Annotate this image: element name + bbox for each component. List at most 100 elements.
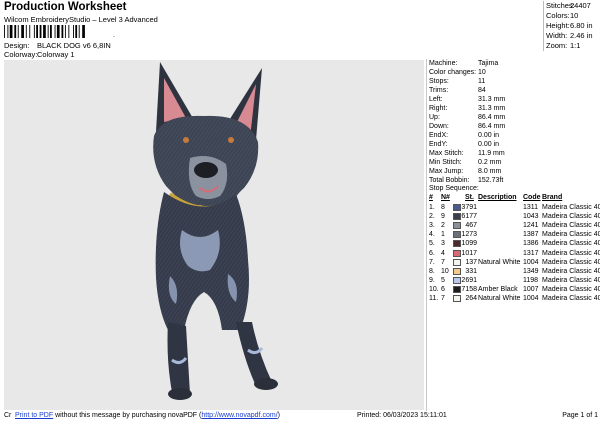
production-info-panel: Machine: Tajima Color changes: 10 Stops: 11…	[426, 59, 600, 411]
stop-sequence-row: 5. 3 1099 1386 Madeira Classic 40	[427, 239, 600, 248]
row-stitches: 2691	[461, 276, 477, 284]
row-needle: 10	[441, 267, 449, 275]
row-code: 1198	[523, 276, 539, 284]
thread-color-swatch	[453, 222, 461, 230]
row-description: Natural White	[478, 295, 521, 302]
colorway-value: Colorway 1	[37, 50, 75, 59]
stop-sequence-row: 8. 10 331 1349 Madeira Classic 40	[427, 267, 600, 276]
summary-box: Stitches:24407 Colors:10 Height:6.80 in …	[543, 1, 600, 51]
row-needle: 1	[441, 231, 445, 239]
thread-color-swatch	[453, 276, 461, 284]
stop-sequence-row: 7. 7 137 Natural White 1004 Madeira Classic 4…	[427, 258, 600, 267]
worksheet-title: Production Worksheet	[4, 1, 127, 13]
summary-width: Width: 2.46 in	[546, 31, 593, 40]
row-number: 2.	[429, 213, 435, 221]
row-number: 8.	[429, 267, 435, 275]
row-needle: 7	[441, 258, 445, 266]
row-code: 1004	[523, 295, 539, 302]
barcode: .	[4, 25, 115, 38]
stop-sequence-row: 10. 6 7158 Amber Black 1007 Madeira Classic 4…	[427, 285, 600, 294]
row-number: 7.	[429, 258, 435, 266]
design-name-row: Design: BLACK DOG v6 6,8IN	[4, 41, 111, 50]
design-value: BLACK DOG v6 6,8IN	[37, 41, 111, 50]
summary-zoom: Zoom: 1:1	[546, 41, 581, 50]
thread-color-swatch	[453, 213, 461, 221]
row-brand: Madeira Classic 40	[542, 295, 600, 302]
row-needle: 3	[441, 240, 445, 248]
row-code: 1043	[523, 213, 539, 221]
summary-stitches: Stitches:24407	[546, 1, 591, 10]
page-number: Page 1 of 1	[562, 412, 598, 419]
row-needle: 9	[441, 213, 445, 221]
row-code: 1386	[523, 240, 539, 248]
row-needle: 2	[441, 222, 445, 230]
barcode-suffix: .	[113, 32, 115, 38]
row-code: 1004	[523, 258, 539, 266]
row-stitches: 467	[465, 222, 477, 230]
software-subtitle: Wilcom EmbroideryStudio – Level 3 Advanc…	[4, 15, 158, 24]
col-header-description: Description	[478, 194, 517, 201]
row-needle: 4	[441, 249, 445, 257]
row-brand: Madeira Classic 40	[542, 249, 600, 257]
colorway-label: Colorway:	[4, 50, 38, 59]
printed-timestamp: Printed: 06/03/2023 15:11:01	[357, 412, 447, 419]
thread-color-swatch	[453, 295, 461, 302]
thread-color-swatch	[453, 267, 461, 275]
row-stitches: 1099	[461, 240, 477, 248]
col-header-stitches: St.	[465, 194, 474, 201]
notice-middle: without this message by purchasing novaP…	[53, 412, 202, 419]
row-brand: Madeira Classic 40	[542, 204, 600, 211]
dog-embroidery-image	[153, 62, 278, 400]
col-header-needle: N#	[441, 194, 450, 201]
stop-sequence-title: Stop Sequence:	[429, 185, 479, 192]
row-code: 1007	[523, 285, 539, 293]
thread-color-swatch	[453, 240, 461, 248]
thread-color-swatch	[453, 258, 461, 266]
row-code: 1387	[523, 231, 539, 239]
row-number: 11.	[429, 295, 439, 302]
row-stitches: 137	[465, 258, 477, 266]
summary-colors: Colors:10	[546, 11, 579, 20]
row-brand: Madeira Classic 40	[542, 258, 600, 266]
print-to-pdf-link[interactable]: Print to PDF	[15, 412, 53, 419]
row-brand: Madeira Classic 40	[542, 285, 600, 293]
row-needle: 8	[441, 204, 445, 211]
col-header-number: #	[429, 194, 433, 201]
thread-color-swatch	[453, 204, 461, 211]
row-code: 1311	[523, 204, 539, 211]
row-stitches: 264	[465, 295, 477, 302]
row-number: 4.	[429, 231, 435, 239]
novapdf-url-link[interactable]: http://www.novapdf.com/	[201, 412, 277, 419]
row-description: Amber Black	[478, 285, 518, 293]
row-stitches: 1017	[461, 249, 477, 257]
notice-end: )	[277, 412, 280, 419]
row-needle: 7	[441, 295, 445, 302]
row-description: Natural White	[478, 258, 521, 266]
stop-sequence-row: 9. 5 2691 1198 Madeira Classic 40	[427, 276, 600, 285]
colorway-row: Colorway:Colorway 1	[4, 50, 75, 59]
col-header-code: Code	[523, 194, 541, 201]
stop-sequence-row: 3. 2 467 1241 Madeira Classic 40	[427, 221, 600, 230]
row-code: 1317	[523, 249, 539, 257]
row-brand: Madeira Classic 40	[542, 231, 600, 239]
row-needle: 5	[441, 276, 445, 284]
thread-color-swatch	[453, 285, 461, 293]
row-brand: Madeira Classic 40	[542, 213, 600, 221]
row-number: 3.	[429, 222, 435, 230]
row-number: 9.	[429, 276, 435, 284]
col-header-brand: Brand	[542, 194, 563, 201]
row-stitches: 3791	[461, 204, 477, 211]
row-stitches: 6177	[461, 213, 477, 221]
novapdf-notice: Print to PDF without this message by pur…	[15, 412, 280, 419]
row-code: 1241	[523, 222, 539, 230]
row-brand: Madeira Classic 40	[542, 276, 600, 284]
footer-cropped-text: Cr	[4, 412, 12, 419]
row-needle: 6	[441, 285, 445, 293]
row-number: 5.	[429, 240, 435, 248]
stop-sequence-row: 6. 4 1017 1317 Madeira Classic 40	[427, 249, 600, 258]
row-number: 1.	[429, 204, 435, 211]
row-stitches: 7158	[461, 285, 477, 293]
stop-sequence-row: 4. 1 1273 1387 Madeira Classic 40	[427, 230, 600, 239]
summary-height: Height:6.80 in	[546, 21, 593, 30]
row-number: 6.	[429, 249, 435, 257]
